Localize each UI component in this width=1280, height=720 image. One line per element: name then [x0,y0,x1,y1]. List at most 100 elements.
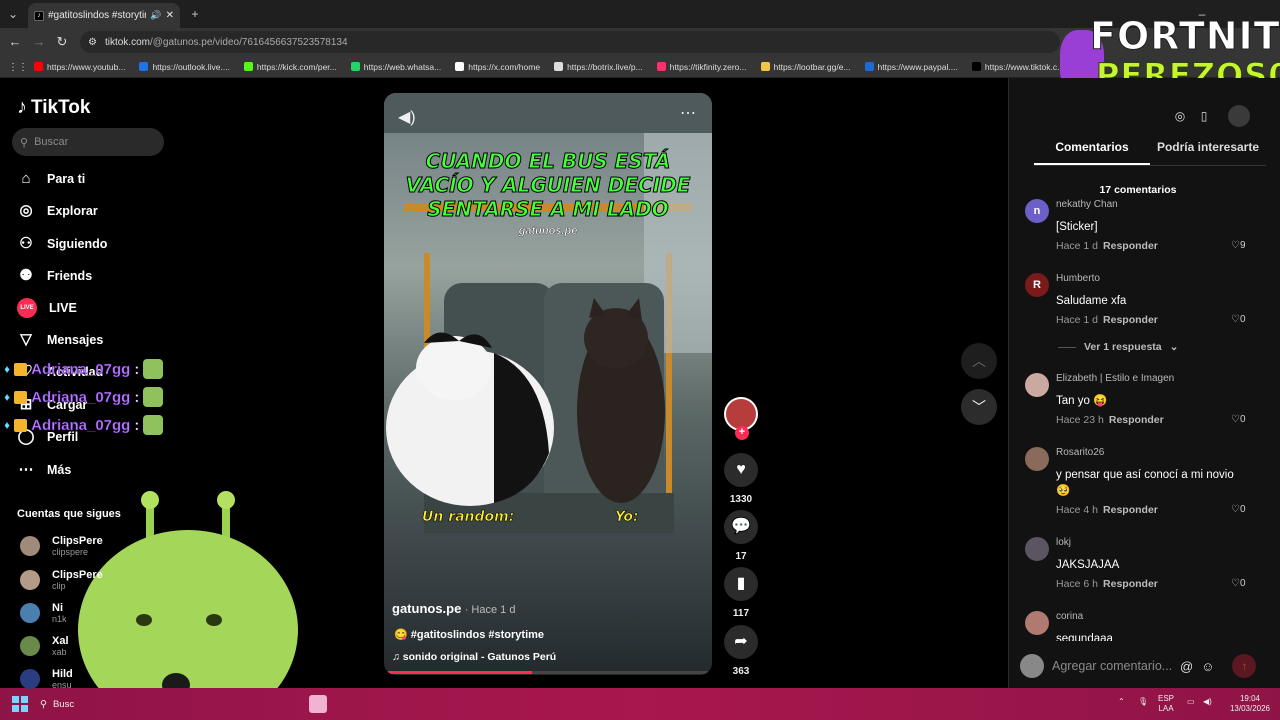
view-replies-label[interactable]: Ver 1 respuesta [1084,341,1162,353]
compass-icon[interactable]: ◎ [1169,105,1191,127]
following-account[interactable]: Xal xab [20,632,69,660]
forward-button[interactable]: → [30,33,48,51]
reply-button[interactable]: Responder [1103,240,1158,252]
search-input[interactable]: ⚲ Buscar [12,128,164,156]
comment-like-button[interactable]: ♡9 [1231,240,1246,251]
microphone-icon[interactable]: 🎙 [1138,697,1148,707]
comment-like-button[interactable]: ♡0 [1231,578,1246,589]
sidebar-item-friends[interactable]: ⚉ Friends [17,264,92,288]
sidebar-item-más[interactable]: ⋯ Más [17,458,72,482]
video-hashtags[interactable]: 😋 #gatitoslindos #storytime [394,628,544,641]
following-account[interactable]: Hild ensu [20,665,73,693]
avatar[interactable] [1025,537,1049,561]
reply-button[interactable]: Responder [1103,504,1158,516]
previous-video-button[interactable]: ︿ [961,343,997,379]
comment-username[interactable]: Humberto [1056,273,1100,284]
bookmark-label: https://botrix.live/p... [567,61,643,72]
heart-icon[interactable]: ♥ [724,453,758,487]
language-indicator[interactable]: ESP LAA [1158,694,1174,714]
bookmark-item[interactable]: https://botrix.live/p... [554,62,643,72]
clock[interactable]: 19:04 13/03/2026 [1227,694,1273,714]
tab-comments[interactable]: Comentarios [1034,140,1150,165]
sidebar-item-live[interactable]: LIVE LIVE [17,296,77,320]
reply-button[interactable]: Responder [1109,414,1164,426]
bookmark-item[interactable]: https://tikfinity.zero... [656,62,747,72]
video-sound[interactable]: ♫ sonido original - Gatunos Perú [392,651,556,663]
bookmark-item[interactable]: https://kick.com/per... [243,62,337,72]
following-account[interactable]: ClipsPere clipspere [20,532,103,560]
comment-like-button[interactable]: ♡0 [1231,414,1246,425]
address-bar[interactable]: ⚙ tiktok.com/@gatunos.pe/video/761645663… [80,31,1060,53]
reply-button[interactable]: Responder [1103,314,1158,326]
sound-text[interactable]: sonido original - Gatunos Perú [403,651,556,663]
bookmark-item[interactable]: https://web.whatsa... [350,62,441,72]
user-avatar[interactable] [1228,105,1250,127]
comment-action[interactable]: 💬 17 [723,510,759,562]
taskbar-search[interactable]: ⚲ Busc [40,694,110,714]
comment-username[interactable]: lokj [1056,537,1071,548]
avatar[interactable]: n [1025,199,1049,223]
new-tab-button[interactable]: + [186,5,204,23]
bookmark-item[interactable]: https://lootbar.gg/e... [760,62,851,72]
avatar[interactable] [1025,373,1049,397]
bookmark-item[interactable]: https://outlook.live.... [139,62,230,72]
phone-icon[interactable]: ▯ [1193,105,1215,127]
like-action[interactable]: ♥ 1330 [723,453,759,505]
comment-time: Hace 23 h [1056,414,1104,426]
comment-like-count: 0 [1239,504,1246,515]
bookmark-item[interactable]: https://www.paypal.... [864,62,958,72]
avatar[interactable] [1025,447,1049,471]
comment-username[interactable]: Elizabeth | Estilo e Imagen [1056,373,1174,384]
tab-list-icon[interactable]: ⌄ [4,5,22,23]
sidebar-item-explorar[interactable]: ◎ Explorar [17,199,97,223]
bookmark-item[interactable]: https://www.youtub... [34,62,125,72]
following-account[interactable]: ClipsPere clip [20,566,103,594]
send-arrow-icon[interactable]: ↑ [1232,654,1257,678]
view-replies-button[interactable]: Ver 1 respuesta ⌄ [1058,341,1178,353]
network-icon[interactable]: ▭ [1187,697,1195,707]
next-video-button[interactable]: ﹀ [961,389,997,425]
reload-button[interactable]: ↻ [53,33,71,51]
speaker-icon[interactable]: 🔊 [150,10,161,21]
bookmark-icon[interactable]: ▮ [724,567,758,601]
sidebar-item-mensajes[interactable]: ▽ Mensajes [17,328,103,352]
following-account[interactable]: Ni n1k [20,599,67,627]
hashtags-text[interactable]: #gatitoslindos #storytime [411,629,544,641]
follow-plus-icon[interactable]: + [735,426,749,440]
comment-username[interactable]: nekathy Chan [1056,199,1118,210]
video-author[interactable]: gatunos.pe [392,601,461,616]
sidebar-item-para-ti[interactable]: ⌂ Para ti [17,167,85,191]
comment-username[interactable]: Rosarito26 [1056,447,1104,458]
browser-tab[interactable]: ♪ #gatitoslindos #storytim 🔊 ✕ [28,3,180,28]
back-button[interactable]: ← [6,33,24,51]
tiktok-logo[interactable]: ♪ TikTok [17,96,90,119]
comment-like-button[interactable]: ♡0 [1231,504,1246,515]
share-action[interactable]: ➦ 363 [723,625,759,677]
tab-interest[interactable]: Podría interesarte [1150,140,1266,165]
tray-chevron-icon[interactable]: ⌃ [1118,697,1125,707]
volume-tray-icon[interactable]: ◀) [1203,697,1212,707]
video-progress-bar[interactable] [388,671,708,674]
mention-icon[interactable]: @ [1180,659,1193,674]
save-action[interactable]: ▮ 117 [723,567,759,619]
avatar[interactable] [1025,611,1049,635]
apps-grid-icon[interactable]: ⋮⋮ [8,62,28,73]
comment-bubble-icon[interactable]: 💬 [724,510,758,544]
avatar[interactable]: R [1025,273,1049,297]
video-player[interactable]: ◀) ⋯ CUANDO EL BUS ESTÁ VACÍO Y ALGUIEN … [384,93,712,675]
sidebar-item-siguiendo[interactable]: ⚇ Siguiendo [17,232,107,256]
windows-start-icon[interactable] [12,696,28,712]
emoji-picker-icon[interactable]: ☺ [1201,659,1214,674]
comment-like-button[interactable]: ♡0 [1231,314,1246,325]
volume-icon[interactable]: ◀) [398,107,416,127]
comment-username[interactable]: corina [1056,611,1083,622]
close-tab-icon[interactable]: ✕ [166,10,174,21]
more-options-icon[interactable]: ⋯ [680,103,696,123]
taskbar-app-icon[interactable] [309,695,327,713]
share-arrow-icon[interactable]: ➦ [724,625,758,659]
bookmark-item[interactable]: https://www.tiktok.c... [971,62,1064,72]
reply-button[interactable]: Responder [1103,578,1158,590]
site-info-icon[interactable]: ⚙ [88,37,97,48]
comment-input[interactable]: Agregar comentario... [1052,659,1172,673]
bookmark-item[interactable]: https://x.com/home [455,62,540,72]
